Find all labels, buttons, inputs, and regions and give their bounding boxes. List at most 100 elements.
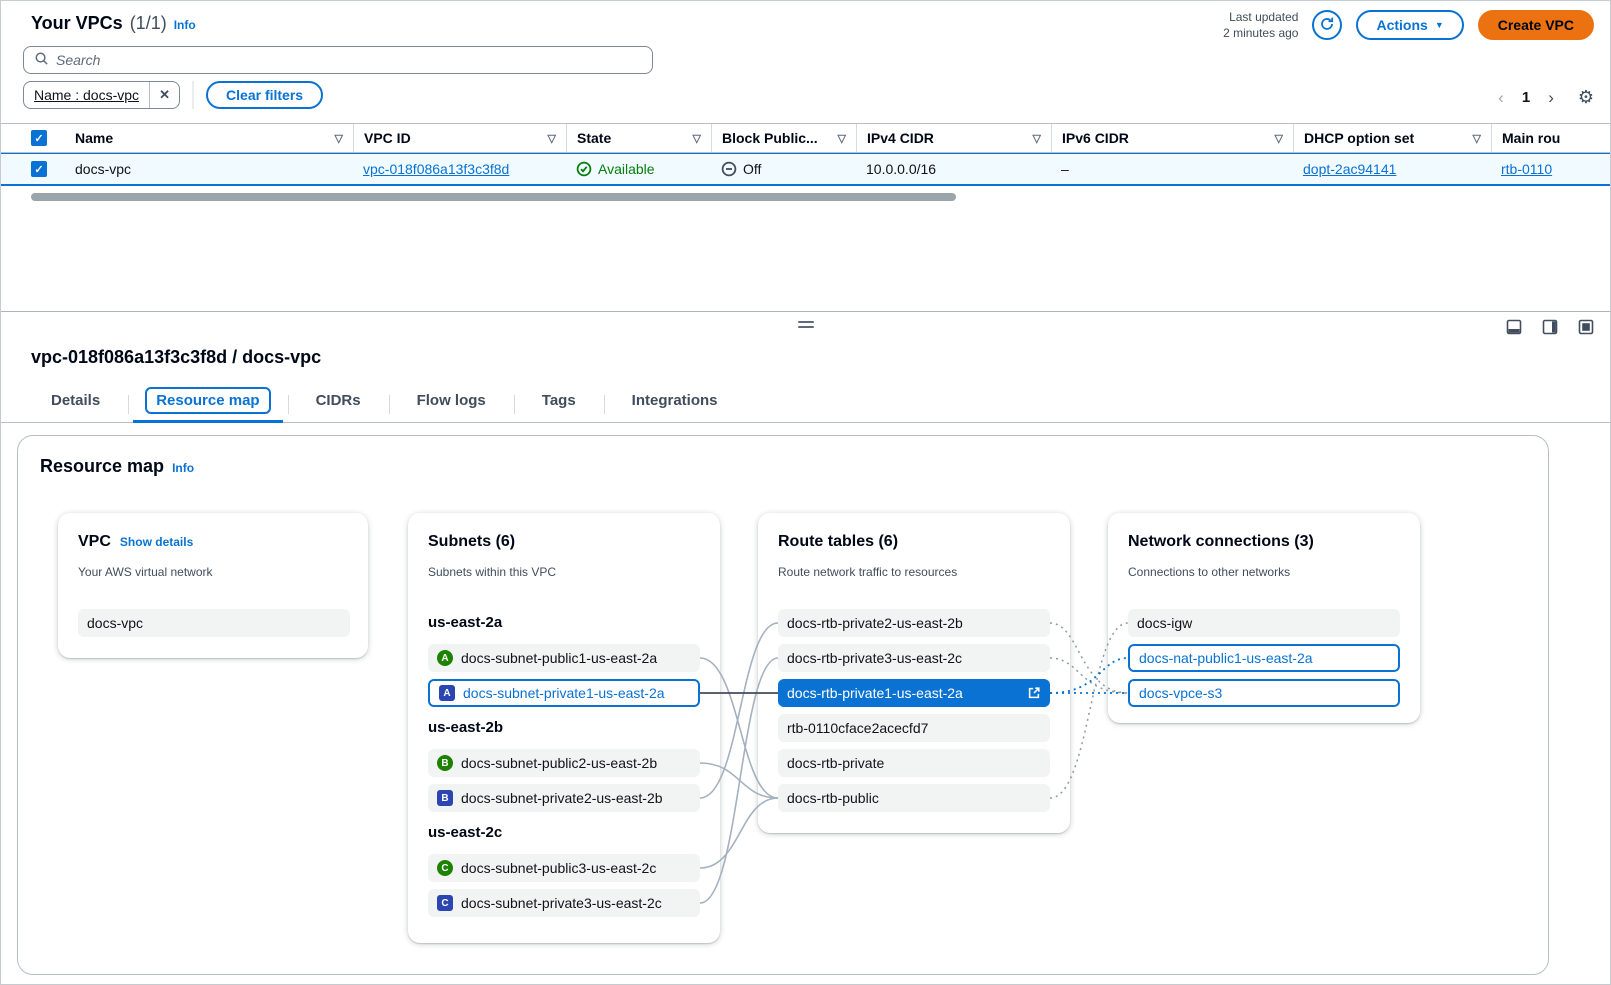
cell-ipv4-cidr: 10.0.0.0/16 [856,154,1051,184]
connection-item[interactable]: docs-nat-public1-us-east-2a [1128,644,1400,672]
clear-filters-label: Clear filters [226,87,303,103]
state-label: Available [598,161,655,177]
horizontal-scrollbar[interactable] [31,193,956,201]
column-filter-icon[interactable]: ▽ [1465,132,1481,145]
public-subnet-icon: A [437,650,453,666]
create-vpc-button[interactable]: Create VPC [1478,10,1594,40]
vpc-id-link[interactable]: vpc-018f086a13f3c3f8d [363,161,509,177]
split-bottom-icon[interactable] [1506,319,1522,335]
column-header-vpc-id: VPC ID ▽ [353,124,566,152]
filter-token: Name : docs-vpc ✕ [23,81,180,109]
info-link[interactable]: Info [174,18,196,32]
external-link-icon[interactable] [1027,686,1041,700]
subnet-item[interactable]: C docs-subnet-private3-us-east-2c [428,889,700,917]
connection-item[interactable]: docs-vpce-s3 [1128,679,1400,707]
show-details-link[interactable]: Show details [120,535,193,549]
route-table-item[interactable]: docs-rtb-public [778,784,1050,812]
private-subnet-icon: B [437,790,453,806]
resource-map-panel: Resource map Info VPC Show details Your … [17,435,1549,975]
vpc-detail-panel: vpc-018f086a13f3c3f8d / docs-vpc Details… [1,347,1610,975]
split-full-icon[interactable] [1578,319,1594,335]
split-panel-bar [1,311,1610,343]
column-header-ipv4-cidr: IPv4 CIDR ▽ [856,124,1051,152]
refresh-button[interactable] [1312,10,1342,40]
last-updated-value: 2 minutes ago [1223,25,1298,41]
column-filter-icon[interactable]: ▽ [830,132,846,145]
tab-flow-logs[interactable]: Flow logs [389,386,514,422]
block-public-label: Off [743,161,761,177]
gear-icon[interactable]: ⚙ [1578,87,1594,108]
page-title: Your VPCs [31,13,123,34]
split-side-icon[interactable] [1542,319,1558,335]
tab-cidrs[interactable]: CIDRs [288,386,389,422]
select-all-checkbox[interactable]: ✓ [31,130,47,146]
column-header-dhcp: DHCP option set ▽ [1293,124,1491,152]
chevron-down-icon: ▼ [1435,21,1444,30]
column-filter-icon[interactable]: ▽ [327,132,343,145]
subnets-card-subtitle: Subnets within this VPC [428,565,556,579]
tab-resource-map[interactable]: Resource map [128,386,287,422]
previous-page-icon[interactable]: ‹ [1498,89,1504,106]
cell-name: docs-vpc [65,154,353,184]
main-route-table-link[interactable]: rtb-0110 [1501,161,1552,177]
search-box [23,46,653,74]
dhcp-option-set-link[interactable]: dopt-2ac94141 [1303,161,1396,177]
subnet-item[interactable]: B docs-subnet-private2-us-east-2b [428,784,700,812]
pagination: ‹ 1 › ⚙ [1498,87,1594,108]
detail-tabs: Details Resource map CIDRs Flow logs Tag… [1,386,1610,423]
route-table-item[interactable]: docs-rtb-private3-us-east-2c [778,644,1050,672]
route-table-item[interactable]: docs-rtb-private2-us-east-2b [778,609,1050,637]
public-subnet-icon: C [437,860,453,876]
connection-item[interactable]: docs-igw [1128,609,1400,637]
network-connections-card-title: Network connections (3) [1128,533,1314,551]
route-tables-card: Route tables (6) Route network traffic t… [758,513,1070,833]
search-input[interactable] [56,52,642,68]
page-number[interactable]: 1 [1522,89,1530,106]
table-row[interactable]: ✓ docs-vpc vpc-018f086a13f3c3f8d Availab… [1,153,1610,186]
column-filter-icon[interactable]: ▽ [685,132,701,145]
network-connections-card: Network connections (3) Connections to o… [1108,513,1420,723]
column-filter-icon[interactable]: ▽ [1267,132,1283,145]
actions-button[interactable]: Actions ▼ [1356,10,1463,40]
subnet-item[interactable]: B docs-subnet-public2-us-east-2b [428,749,700,777]
subnets-card: Subnets (6) Subnets within this VPC us-e… [408,513,720,943]
refresh-icon [1319,16,1335,35]
vpc-count: (1/1) [130,13,167,34]
column-filter-icon[interactable]: ▽ [540,132,556,145]
cell-vpc-id: vpc-018f086a13f3c3f8d [353,154,566,184]
filter-token-label[interactable]: Name : docs-vpc [24,87,149,103]
filter-row: Name : docs-vpc ✕ Clear filters [23,81,323,109]
tab-details[interactable]: Details [23,386,128,422]
tab-integrations[interactable]: Integrations [604,386,746,422]
column-header-name: Name ▽ [65,124,353,152]
search-icon [34,51,49,69]
remove-filter-icon[interactable]: ✕ [149,82,179,108]
column-header-block-public: Block Public... ▽ [711,124,856,152]
tab-tags[interactable]: Tags [514,386,604,422]
info-link[interactable]: Info [172,461,194,475]
route-table-item[interactable]: rtb-0110cface2acecfd7 [778,714,1050,742]
row-checkbox[interactable]: ✓ [31,161,47,177]
vpc-item[interactable]: docs-vpc [78,609,350,637]
column-filter-icon[interactable]: ▽ [1025,132,1041,145]
cell-main-route: rtb-0110 [1491,154,1610,184]
vpc-list-panel: Your VPCs (1/1) Info Last updated 2 minu… [1,1,1610,311]
last-updated-label: Last updated [1223,9,1298,25]
vpc-console-page: Your VPCs (1/1) Info Last updated 2 minu… [0,0,1611,985]
subnet-item[interactable]: A docs-subnet-public1-us-east-2a [428,644,700,672]
clear-filters-button[interactable]: Clear filters [206,81,323,109]
cell-state: Available [566,154,711,184]
route-table-item-selected[interactable]: docs-rtb-private1-us-east-2a [778,679,1050,707]
divider [192,81,194,109]
az-label: us-east-2c [428,824,502,841]
subnet-item[interactable]: C docs-subnet-public3-us-east-2c [428,854,700,882]
actions-button-label: Actions [1376,17,1427,33]
route-table-item[interactable]: docs-rtb-private [778,749,1050,777]
next-page-icon[interactable]: › [1548,89,1554,106]
route-tables-card-subtitle: Route network traffic to resources [778,565,957,579]
column-header-state: State ▽ [566,124,711,152]
split-drag-handle[interactable] [798,321,814,331]
subnet-item[interactable]: A docs-subnet-private1-us-east-2a [428,679,700,707]
create-vpc-label: Create VPC [1498,17,1574,33]
column-header-main-route: Main rou [1491,124,1610,152]
